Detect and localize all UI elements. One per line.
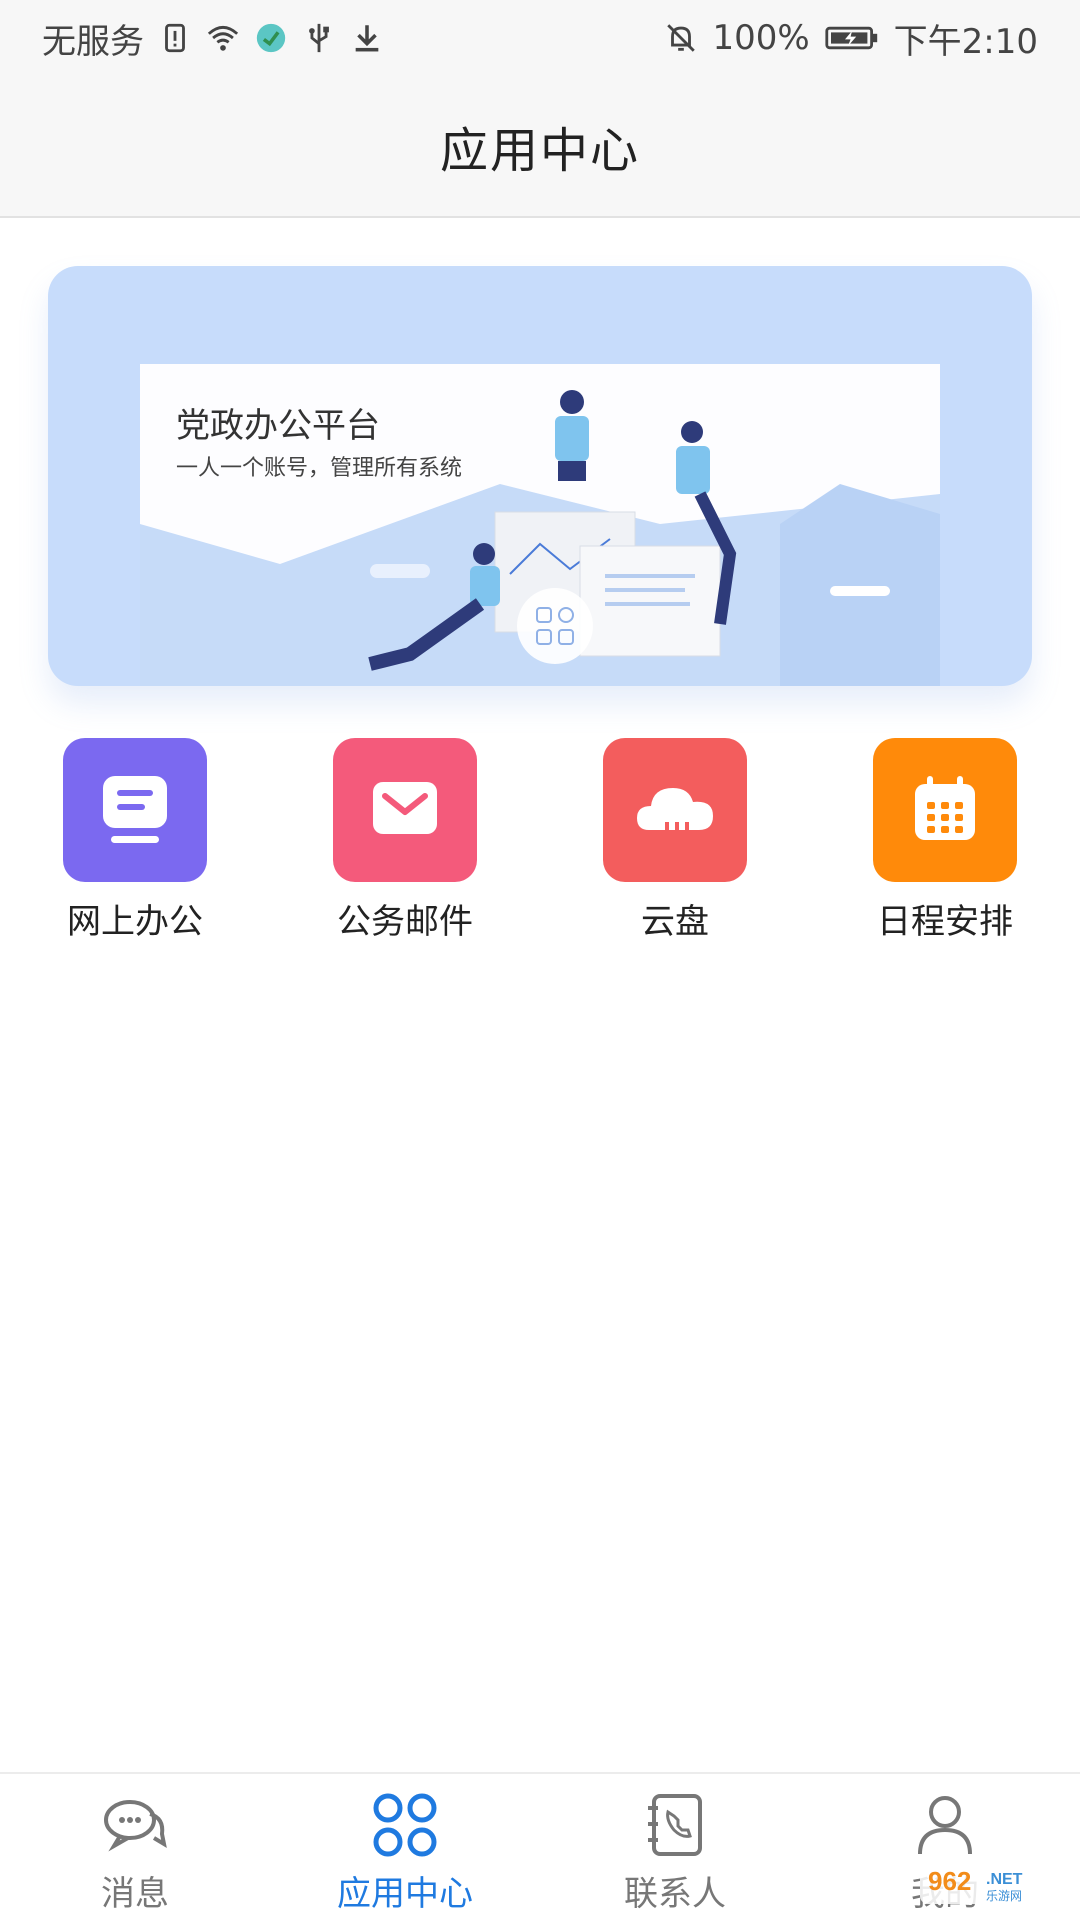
svg-text:.NET: .NET (986, 1871, 1023, 1888)
nav-messages[interactable]: 消息 (0, 1774, 270, 1922)
wifi-icon (206, 21, 240, 55)
app-calendar[interactable]: 日程安排 (845, 738, 1045, 943)
profile-icon (910, 1790, 980, 1860)
message-bubbles-icon (100, 1790, 170, 1860)
app-cloud-disk[interactable]: 云盘 (575, 738, 775, 943)
nav-label: 消息 (101, 1874, 169, 1914)
nav-app-center[interactable]: 应用中心 (270, 1774, 540, 1922)
page-header: 应用中心 (0, 76, 1080, 218)
cloud-icon (603, 738, 747, 882)
usb-icon (302, 21, 336, 55)
app-label: 日程安排 (877, 902, 1013, 942)
banner-title: 党政办公平台 (176, 406, 380, 446)
sim-alert-icon (158, 21, 192, 55)
nav-contacts[interactable]: 联系人 (540, 1774, 810, 1922)
banner-subtitle: 一人一个账号，管理所有系统 (176, 456, 463, 481)
page-title: 应用中心 (439, 123, 640, 179)
app-online-office[interactable]: 网上办公 (35, 738, 235, 943)
app-notification-icon (254, 21, 288, 55)
status-bar: 无服务 100% 下午2:10 (0, 0, 1080, 76)
nav-label: 应用中心 (337, 1874, 473, 1914)
status-time: 下午2:10 (893, 21, 1038, 62)
apps-grid-icon (370, 1790, 440, 1860)
bottom-nav: 消息 应用中心 联系人 我的 (0, 1772, 1080, 1922)
online-office-icon (63, 738, 207, 882)
status-right: 100% 下午2:10 (664, 14, 1038, 63)
battery-percent: 100% (712, 18, 810, 58)
mail-icon (333, 738, 477, 882)
svg-text:乐游网: 乐游网 (986, 1889, 1022, 1903)
banner-card: 党政办公平台 一人一个账号，管理所有系统 (140, 364, 940, 686)
promo-banner[interactable]: 党政办公平台 一人一个账号，管理所有系统 (48, 266, 1032, 686)
app-label: 云盘 (641, 902, 709, 942)
app-mail[interactable]: 公务邮件 (305, 738, 505, 943)
app-label: 公务邮件 (337, 902, 473, 942)
mute-bell-icon (664, 21, 698, 55)
download-icon (350, 21, 384, 55)
contacts-phone-icon (640, 1790, 710, 1860)
nav-label: 联系人 (624, 1874, 726, 1914)
svg-text:962: 962 (928, 1866, 971, 1896)
battery-charging-icon (824, 21, 880, 55)
watermark-logo: 962 .NET 乐游网 (920, 1860, 1070, 1904)
carrier-text: 无服务 (42, 21, 144, 62)
status-left: 无服务 (42, 14, 384, 63)
calendar-icon (873, 738, 1017, 882)
app-grid: 网上办公 公务邮件 云盘 日程安排 (0, 738, 1080, 942)
app-label: 网上办公 (67, 902, 203, 942)
